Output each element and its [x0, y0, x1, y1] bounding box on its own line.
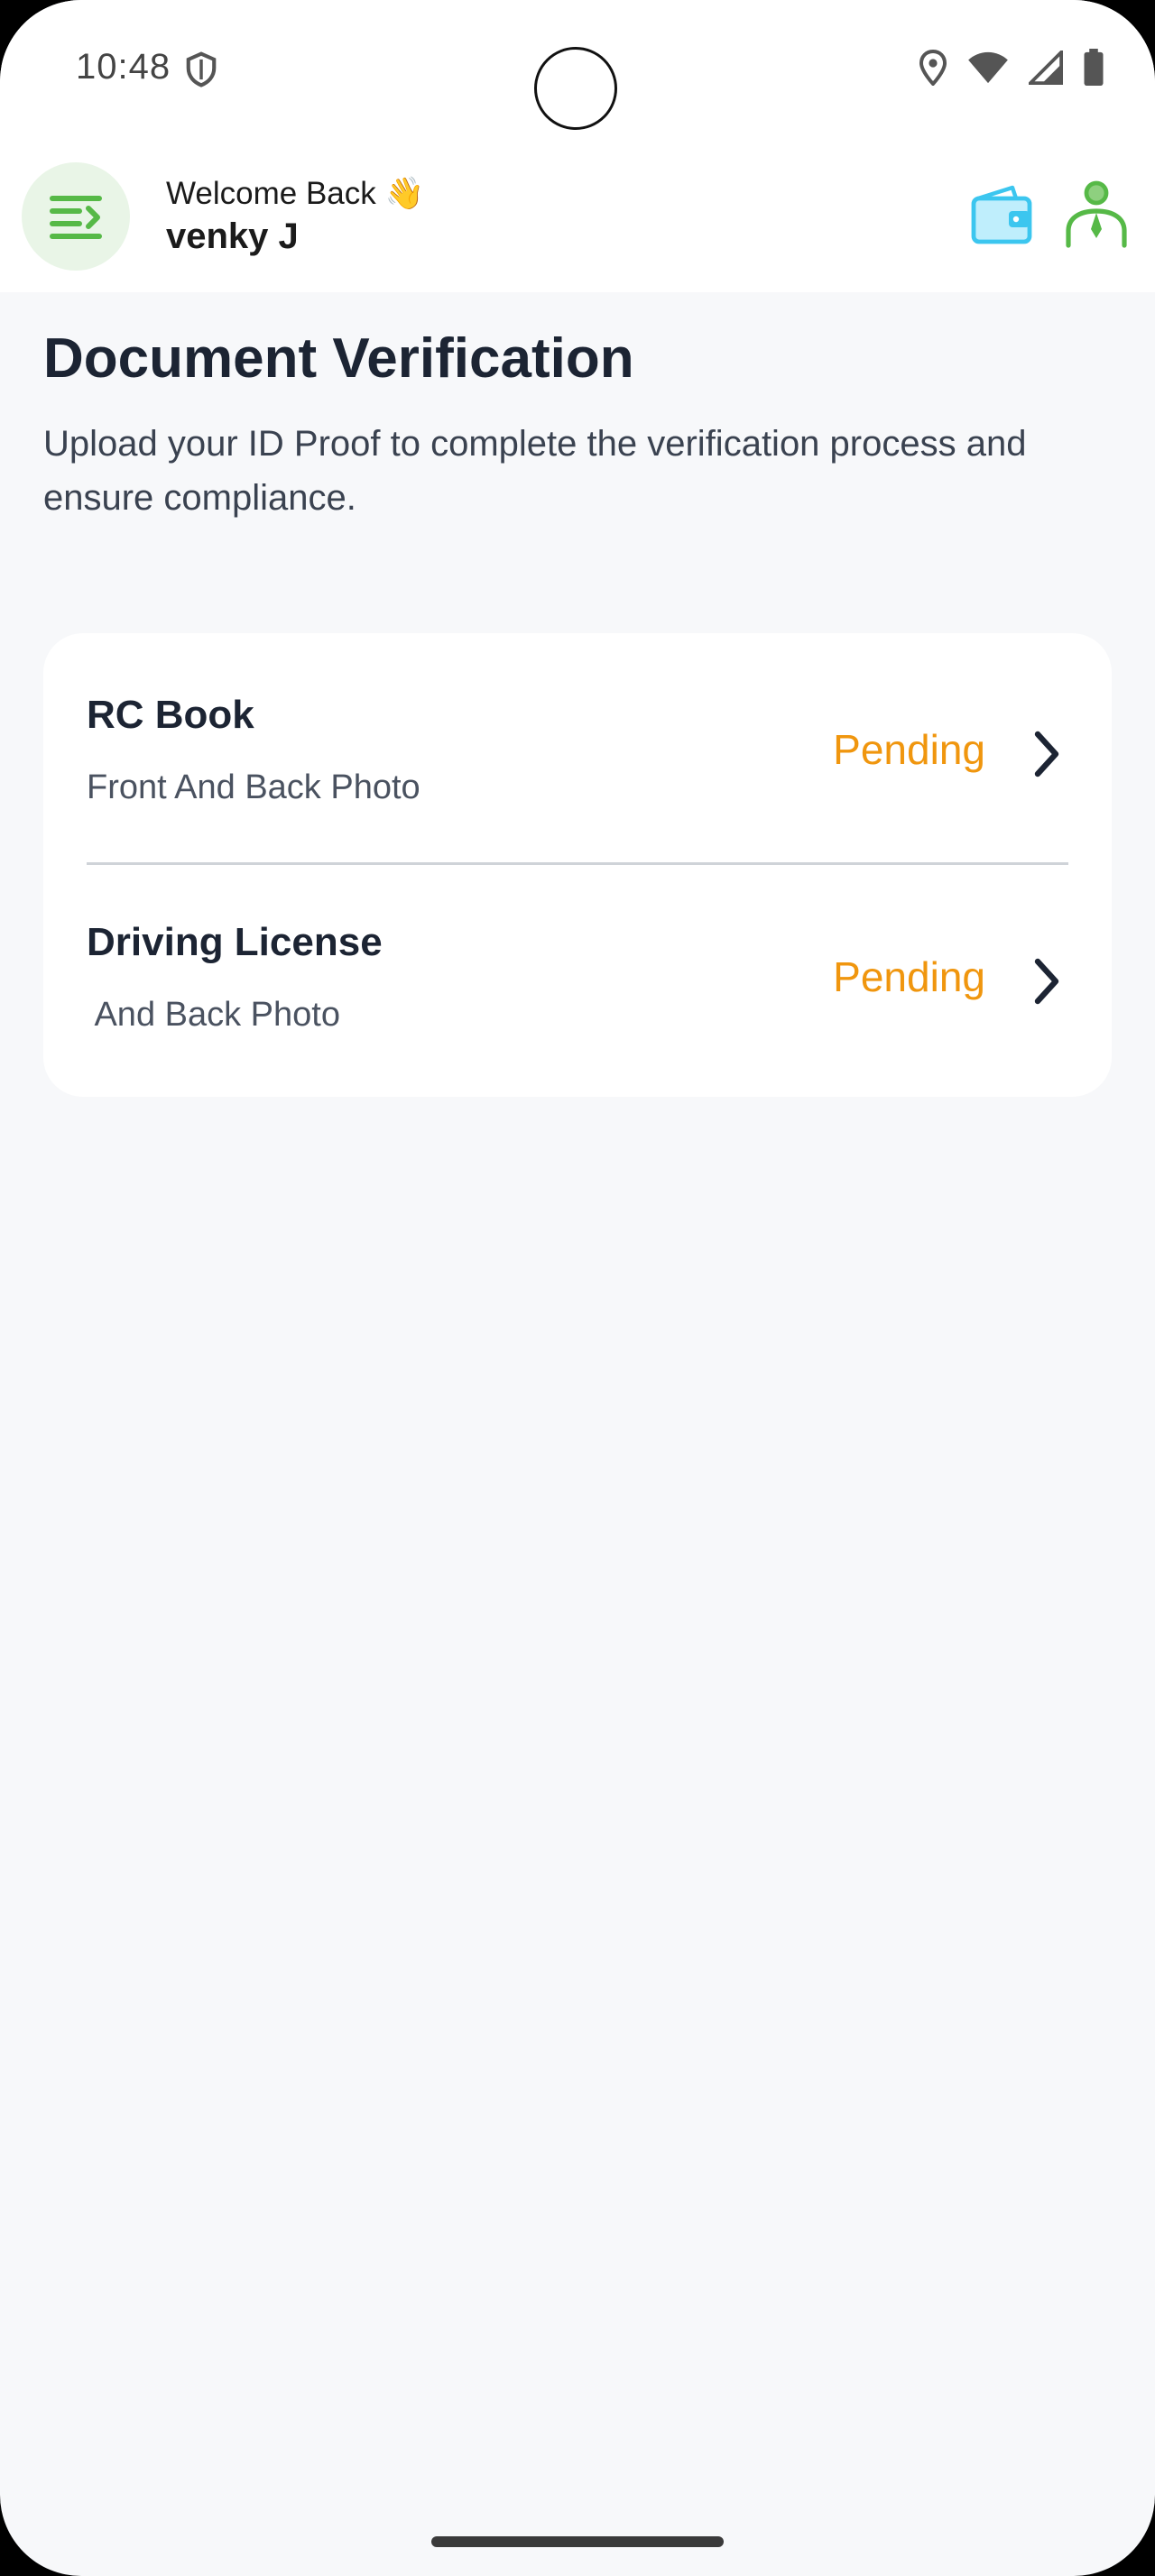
document-subtitle: And Back Photo	[87, 996, 340, 1034]
status-badge: Pending	[833, 953, 985, 1000]
page-title: Document Verification	[43, 327, 634, 390]
phone-screen: 10:48 Welcome Back 👋 venky J Document Ve…	[0, 0, 1155, 2576]
chevron-right-icon	[1034, 731, 1059, 777]
document-subtitle: Front And Back Photo	[87, 768, 420, 806]
profile-icon[interactable]	[1065, 180, 1128, 249]
home-indicator[interactable]	[431, 2536, 724, 2547]
signal-icon	[1029, 51, 1063, 85]
wallet-icon[interactable]	[969, 182, 1034, 247]
documents-card: RC Book Front And Back Photo Pending Dri…	[43, 633, 1112, 1097]
menu-icon	[50, 196, 102, 239]
document-title: Driving License	[87, 920, 383, 964]
user-name: venky J	[166, 216, 299, 256]
location-icon	[919, 50, 947, 86]
welcome-text: Welcome Back 👋	[166, 176, 425, 211]
battery-icon	[1084, 49, 1104, 87]
wifi-icon	[968, 51, 1008, 84]
page-description: Upload your ID Proof to complete the ver…	[43, 424, 1027, 518]
status-bar: 10:48	[0, 0, 1155, 159]
status-time: 10:48	[76, 47, 171, 87]
document-row-driving-license[interactable]: Driving License And Back Photo Pending	[43, 866, 1112, 1093]
menu-button[interactable]	[22, 162, 130, 271]
chevron-right-icon	[1034, 958, 1059, 1005]
status-badge: Pending	[833, 726, 985, 773]
shield-icon	[186, 51, 217, 87]
divider	[87, 862, 1068, 865]
document-title: RC Book	[87, 693, 254, 737]
camera-cutout	[534, 47, 617, 130]
document-row-rc-book[interactable]: RC Book Front And Back Photo Pending	[43, 633, 1112, 860]
app-header: Welcome Back 👋 venky J	[0, 159, 1155, 292]
